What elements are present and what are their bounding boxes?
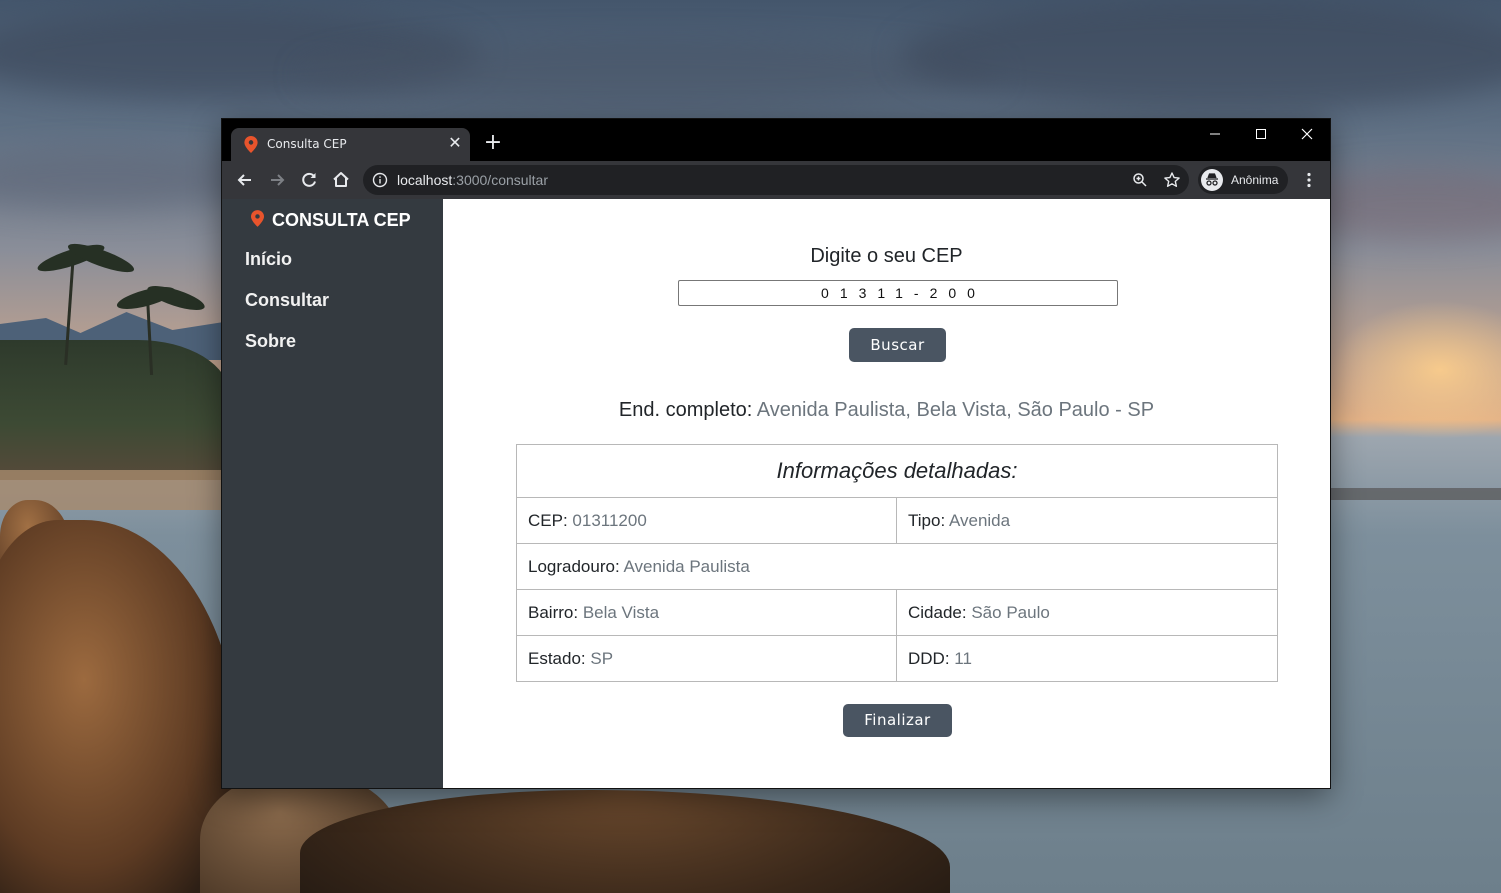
cloud: [900, 0, 1501, 110]
bairro-value: Bela Vista: [582, 602, 660, 622]
sunset-glow: [1330, 300, 1501, 440]
zoom-icon[interactable]: [1132, 172, 1148, 188]
star-icon[interactable]: [1163, 171, 1181, 189]
cidade-value: São Paulo: [971, 602, 1050, 622]
close-tab-icon[interactable]: ✕: [445, 134, 465, 154]
close-window-button[interactable]: [1284, 119, 1330, 149]
back-button[interactable]: [232, 167, 258, 193]
sidebar-item-consultar[interactable]: Consultar: [245, 290, 329, 311]
estado-value: SP: [590, 648, 614, 668]
full-address: End. completo: Avenida Paulista, Bela Vi…: [443, 399, 1330, 422]
cep-input[interactable]: [678, 280, 1118, 306]
table-row: Bairro: Bela Vista Cidade: São Paulo: [516, 589, 1278, 636]
details-table: Informações detalhadas: CEP: 01311200 Ti…: [516, 444, 1278, 682]
new-tab-button[interactable]: +: [481, 132, 505, 156]
full-address-label: End. completo:: [618, 399, 753, 421]
tab-title: Consulta CEP: [267, 137, 347, 151]
logradouro-value: Avenida Paulista: [623, 556, 750, 576]
table-row: CEP: 01311200 Tipo: Avenida: [516, 497, 1278, 544]
incognito-icon: [1201, 169, 1223, 191]
browser-window: Consulta CEP ✕ + localhost:3000/consulta…: [222, 119, 1330, 788]
reload-icon: [302, 172, 316, 187]
address-bar[interactable]: localhost:3000/consultar: [363, 165, 1189, 195]
cep-label: CEP:: [528, 510, 568, 530]
tipo-value: Avenida: [948, 510, 1011, 530]
reload-button[interactable]: [296, 167, 322, 193]
table-row: Estado: SP DDD: 11: [516, 635, 1278, 682]
browser-toolbar: localhost:3000/consultar Anônima: [222, 161, 1330, 199]
cep-label: Digite o seu CEP: [810, 245, 963, 267]
cep-cell: CEP: 01311200: [516, 497, 897, 544]
map-pin-icon: [251, 210, 264, 227]
logradouro-label: Logradouro:: [528, 556, 620, 576]
cep-value: 01311200: [572, 510, 647, 530]
logradouro-cell: Logradouro: Avenida Paulista: [516, 543, 1278, 590]
bairro-label: Bairro:: [528, 602, 579, 622]
home-icon: [333, 172, 349, 187]
title-bar: Consulta CEP ✕ +: [222, 119, 1330, 161]
bairro-cell: Bairro: Bela Vista: [516, 589, 897, 636]
ddd-cell: DDD: 11: [896, 635, 1278, 682]
table-header-row: Informações detalhadas:: [516, 444, 1278, 498]
rocks: [300, 790, 950, 893]
estado-label: Estado:: [528, 648, 586, 668]
shoreline: [1330, 488, 1501, 500]
maximize-button[interactable]: [1238, 119, 1284, 149]
maximize-icon: [1256, 129, 1266, 139]
ddd-label: DDD:: [908, 648, 950, 668]
info-icon[interactable]: [372, 172, 388, 188]
map-pin-icon: [244, 136, 258, 153]
arrow-right-icon: [271, 174, 285, 186]
details-title: Informações detalhadas:: [516, 444, 1278, 498]
forward-button[interactable]: [264, 167, 290, 193]
sidebar-item-inicio[interactable]: Início: [245, 249, 292, 270]
home-button[interactable]: [328, 167, 354, 193]
page-content: CONSULTA CEP Início Consultar Sobre Digi…: [222, 199, 1330, 788]
cloud: [300, 40, 1000, 110]
url-text: localhost:3000/consultar: [397, 172, 548, 188]
cidade-label: Cidade:: [908, 602, 967, 622]
close-icon: [1301, 128, 1313, 140]
minimize-button[interactable]: [1192, 119, 1238, 149]
cidade-cell: Cidade: São Paulo: [896, 589, 1278, 636]
estado-cell: Estado: SP: [516, 635, 897, 682]
ddd-value: 11: [954, 648, 972, 668]
url-path: :3000/consultar: [452, 172, 548, 188]
menu-button[interactable]: [1296, 167, 1322, 193]
cloud: [0, 150, 260, 210]
full-address-value: Avenida Paulista, Bela Vista, São Paulo …: [756, 399, 1155, 421]
table-row: Logradouro: Avenida Paulista: [516, 543, 1278, 590]
kebab-menu-icon: [1307, 172, 1311, 188]
profile-label: Anônima: [1231, 173, 1279, 187]
finish-button[interactable]: Finalizar: [843, 704, 952, 737]
island: [0, 340, 230, 480]
arrow-left-icon: [237, 174, 251, 186]
brand-title: CONSULTA CEP: [272, 210, 411, 230]
tipo-label: Tipo:: [908, 510, 946, 530]
main-content: Digite o seu CEP Buscar End. completo: A…: [443, 199, 1330, 788]
sidebar-item-sobre[interactable]: Sobre: [245, 331, 296, 352]
incognito-profile-button[interactable]: Anônima: [1198, 166, 1288, 194]
tab-consulta-cep[interactable]: Consulta CEP ✕: [231, 128, 470, 161]
tipo-cell: Tipo: Avenida: [896, 497, 1278, 544]
search-button[interactable]: Buscar: [849, 328, 946, 362]
sidebar: CONSULTA CEP Início Consultar Sobre: [222, 199, 443, 788]
minimize-icon: [1210, 133, 1220, 135]
url-host: localhost: [397, 172, 453, 188]
